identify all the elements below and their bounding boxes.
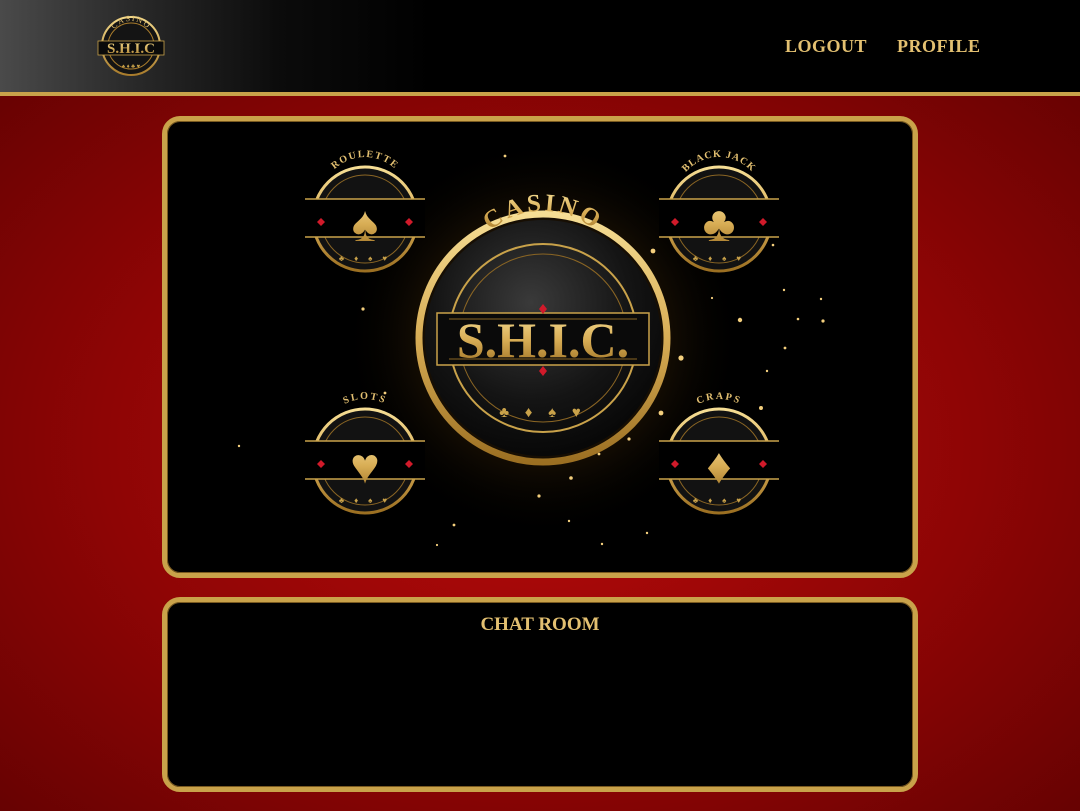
chat-room-title: CHAT ROOM [480, 614, 600, 635]
svg-text:♣ ♦ ♠ ♥: ♣ ♦ ♠ ♥ [339, 496, 391, 505]
chat-room-panel: CHAT ROOM [162, 597, 918, 792]
small-logo-suits: ♠ ♦ ♣ ♥ [122, 64, 141, 70]
game-selection-panel: CASINO S.H.I.C. ♣ ♦ ♠ ♥ ROULETTE ♠ ♣ ♦ ♠… [162, 116, 918, 578]
heart-icon: ♥ [350, 438, 380, 494]
diamond-icon: ♦ [706, 438, 732, 494]
casino-logo-small[interactable]: CASINO S.H.I.C ♠ ♦ ♣ ♥ [96, 14, 166, 78]
club-icon: ♣ [703, 196, 736, 252]
chat-message-log[interactable] [187, 648, 893, 773]
svg-text:♣ ♦ ♠ ♥: ♣ ♦ ♠ ♥ [499, 405, 587, 421]
svg-text:♣ ♦ ♠ ♥: ♣ ♦ ♠ ♥ [693, 496, 745, 505]
svg-text:♣ ♦ ♠ ♥: ♣ ♦ ♠ ♥ [693, 254, 745, 263]
small-logo-name: S.H.I.C [107, 41, 155, 57]
spade-icon: ♠ [352, 196, 379, 252]
logout-link[interactable]: LOGOUT [785, 36, 867, 57]
main-logo-name: S.H.I.C. [457, 312, 629, 368]
game-scene: CASINO S.H.I.C. ♣ ♦ ♠ ♥ ROULETTE ♠ ♣ ♦ ♠… [237, 138, 825, 547]
svg-text:♣ ♦ ♠ ♥: ♣ ♦ ♠ ♥ [339, 254, 391, 263]
top-bar: CASINO S.H.I.C ♠ ♦ ♣ ♥ LOGOUT PROFILE [0, 0, 1080, 96]
profile-link[interactable]: PROFILE [897, 36, 981, 57]
